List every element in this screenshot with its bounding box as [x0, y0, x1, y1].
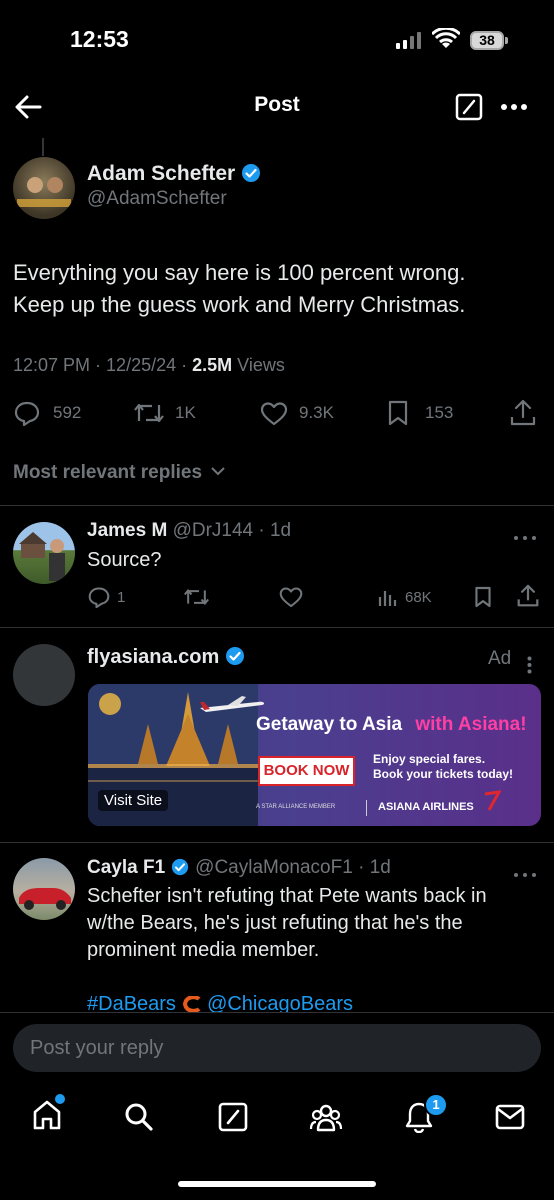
more-options-icon[interactable]	[527, 656, 532, 679]
reply-input-placeholder[interactable]: Post your reply	[30, 1037, 163, 1060]
reply-header: Cayla F1 @CaylaMonacoF1 · 1d	[87, 857, 391, 882]
views-icon[interactable]	[378, 587, 398, 607]
ad-divider	[366, 800, 367, 816]
views-count: 68K	[405, 589, 432, 606]
ad-headline-main: Getaway to Asia	[256, 714, 403, 735]
ad-headline: Getaway to Asia with Asiana!	[256, 714, 527, 736]
tweet-timestamp: 12:07 PM · 12/25/24 ·	[13, 355, 193, 375]
thread-connector	[42, 138, 44, 156]
divider	[0, 505, 554, 506]
avatar[interactable]	[13, 157, 75, 219]
ad-label: Ad	[488, 648, 512, 669]
advertiser-name[interactable]: flyasiana.com	[87, 646, 219, 668]
home-unread-dot	[55, 1094, 65, 1104]
ad-offer-line: Enjoy special fares.	[373, 752, 486, 766]
ad-offer-line: Book your tickets today!	[373, 767, 514, 781]
more-options-icon[interactable]	[513, 528, 537, 546]
reply-text-line: w/the Bears, he's just refuting that he'…	[87, 912, 463, 934]
ad-headline-accent: with Asiana!	[415, 714, 527, 735]
like-icon[interactable]	[279, 587, 303, 608]
divider	[0, 842, 554, 843]
reply-text: Source?	[87, 549, 162, 571]
divider	[0, 627, 554, 628]
home-indicator	[178, 1181, 376, 1187]
tweet-text-line: Everything you say here is 100 percent w…	[13, 260, 466, 285]
like-count: 9.3K	[299, 403, 334, 422]
notifications-badge: 1	[424, 1093, 448, 1117]
reply-count: 592	[53, 403, 82, 422]
avatar[interactable]	[13, 644, 75, 706]
views-label: Views	[232, 355, 285, 375]
more-options-icon[interactable]	[500, 103, 528, 111]
reply-author-name[interactable]: James M	[87, 520, 167, 541]
search-icon[interactable]	[124, 1102, 154, 1132]
tweet-text-line: Keep up the guess work and Merry Christm…	[13, 292, 466, 317]
home-icon[interactable]	[32, 1099, 62, 1131]
reply-text-line: prominent media member.	[87, 939, 320, 961]
avatar[interactable]	[13, 522, 75, 584]
tweet-text: Everything you say here is 100 percent w…	[13, 257, 465, 321]
reply-author-name[interactable]: Cayla F1	[87, 857, 165, 878]
author-handle[interactable]: @AdamSchefter	[87, 188, 227, 210]
sort-replies-label: Most relevant replies	[13, 462, 203, 483]
repost-count: 1K	[175, 403, 196, 422]
more-options-icon[interactable]	[513, 865, 537, 883]
battery-tip	[505, 37, 508, 44]
views-count: 2.5M	[192, 355, 233, 375]
repost-icon[interactable]	[183, 587, 210, 607]
airline-name: ASIANA AIRLINES	[378, 801, 474, 813]
ad-banner[interactable]: Getaway to Asia with Asiana! BOOK NOW En…	[88, 684, 541, 826]
avatar[interactable]	[13, 858, 75, 920]
alliance-label: A STAR ALLIANCE MEMBER	[256, 804, 336, 810]
ad-offer: Enjoy special fares. Book your tickets t…	[373, 752, 513, 782]
reply-header: James M @DrJ144 · 1d	[87, 520, 291, 542]
sort-replies-dropdown[interactable]: Most relevant replies	[13, 460, 226, 484]
status-time: 12:53	[70, 26, 129, 52]
verified-badge-icon	[241, 163, 261, 189]
bookmark-count: 153	[425, 403, 454, 422]
grok-icon[interactable]	[218, 1102, 248, 1132]
communities-icon[interactable]	[309, 1102, 343, 1132]
wifi-icon	[430, 26, 462, 50]
battery-level: 38	[470, 31, 504, 50]
ad-header: flyasiana.com	[87, 646, 245, 672]
chevron-down-icon	[211, 460, 226, 482]
compose-icon[interactable]	[455, 93, 483, 121]
reply-icon[interactable]	[88, 586, 110, 608]
reply-text: Schefter isn't refuting that Pete wants …	[87, 883, 487, 964]
reply-icon[interactable]	[14, 400, 40, 426]
author-name-row: Adam Schefter	[87, 162, 261, 189]
repost-icon[interactable]	[133, 401, 165, 425]
book-now-button[interactable]: BOOK NOW	[258, 756, 355, 786]
visit-site-button[interactable]: Visit Site	[98, 790, 169, 811]
tweet-meta: 12:07 PM · 12/25/24 · 2.5M Views	[13, 355, 285, 376]
verified-badge-icon	[171, 858, 189, 882]
asiana-logo-icon	[484, 790, 501, 811]
verified-badge-icon	[225, 646, 245, 672]
author-name[interactable]: Adam Schefter	[87, 162, 235, 185]
like-icon[interactable]	[260, 402, 288, 426]
bookmark-icon[interactable]	[474, 586, 492, 608]
cellular-signal-icon	[396, 31, 422, 49]
reply-text-line: Schefter isn't refuting that Pete wants …	[87, 885, 487, 907]
reply-meta: @CaylaMonacoF1 · 1d	[195, 857, 391, 878]
share-icon[interactable]	[510, 399, 536, 427]
reply-count: 1	[117, 589, 126, 606]
bookmark-icon[interactable]	[387, 400, 409, 426]
messages-icon[interactable]	[495, 1104, 525, 1130]
reply-meta: @DrJ144 · 1d	[172, 520, 292, 541]
share-icon[interactable]	[517, 584, 539, 608]
